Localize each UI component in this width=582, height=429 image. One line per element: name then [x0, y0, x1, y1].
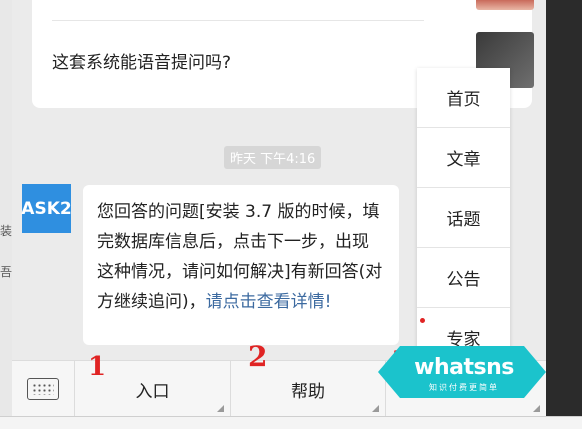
- menu-item-announcements[interactable]: 公告: [417, 248, 510, 308]
- menu-help-label: 帮助: [291, 381, 325, 402]
- message-bubble[interactable]: 您回答的问题[安装 3.7 版的时候，填完数据库信息后，点击下一步，出现这种情况…: [83, 185, 399, 345]
- logo-wordmark: whatsns: [414, 355, 514, 380]
- clipped-edge-text: 装: [0, 224, 13, 238]
- keyboard-icon: [27, 378, 59, 400]
- submenu-corner-icon: [372, 405, 379, 412]
- popup-menu: 首页 文章 话题 公告 专家: [417, 68, 510, 354]
- submenu-corner-icon: [217, 405, 224, 412]
- keyboard-toggle-button[interactable]: [12, 361, 75, 417]
- window-left-edge: [0, 0, 12, 428]
- annotation-number-2: 2: [248, 340, 268, 373]
- logo-tagline: 知识付费更简单: [429, 383, 499, 392]
- message-detail-link[interactable]: 请点击查看详情!: [206, 292, 332, 312]
- window-bottom-edge: [0, 416, 582, 429]
- article-thumbnail-top[interactable]: [476, 0, 534, 10]
- avatar[interactable]: ASK2: [21, 184, 72, 233]
- menu-item-articles[interactable]: 文章: [417, 128, 510, 188]
- annotation-number-1: 1: [88, 352, 107, 382]
- whatsns-logo: whatsns 知识付费更简单: [378, 346, 546, 398]
- card-divider: [52, 20, 424, 21]
- submenu-corner-icon: [533, 405, 540, 412]
- card-question-text: 这套系统能语音提问吗?: [52, 53, 232, 73]
- menu-item-home[interactable]: 首页: [417, 68, 510, 128]
- menu-entry-label: 入口: [135, 381, 170, 402]
- message-timestamp: 昨天 下午4:16: [224, 146, 322, 169]
- menu-item-topics[interactable]: 话题: [417, 188, 510, 248]
- annotation-dot: [420, 318, 425, 323]
- clipped-edge-text: 吾: [0, 265, 13, 279]
- window-right-edge: [546, 0, 582, 428]
